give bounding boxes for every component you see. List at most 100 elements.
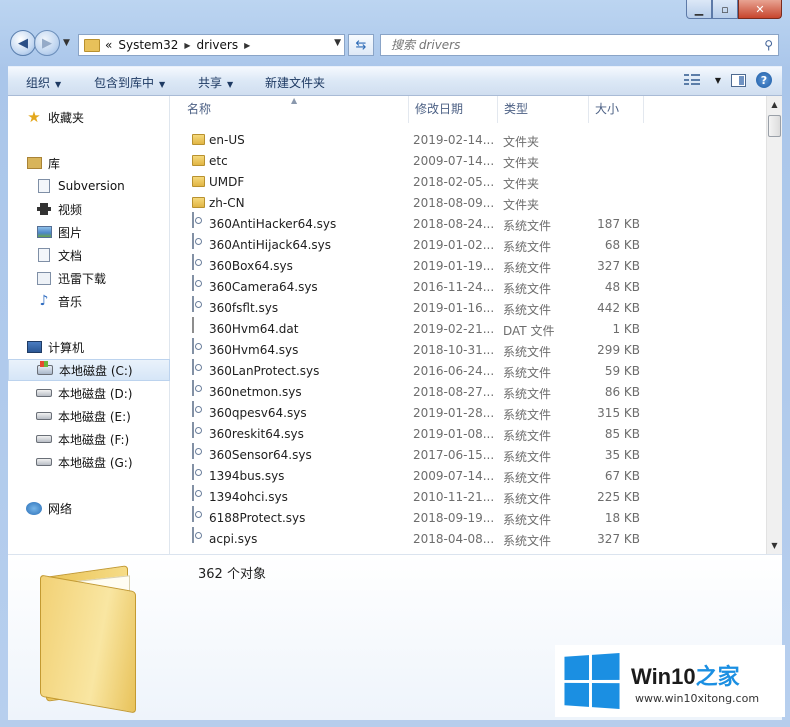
address-part-system32[interactable]: System32 [118,38,178,52]
nav-label: 本地磁盘 (E:) [58,409,131,424]
file-date: 2019-01-08... [413,427,495,441]
command-bar: 组织 ▼ 包含到库中 ▼ 共享 ▼ 新建文件夹 ▼ ? [8,66,782,96]
table-row[interactable]: 360Hvm64.dat 2019-02-21... DAT 文件 1 KB [170,317,766,340]
table-row[interactable]: 360AntiHijack64.sys 2019-01-02... 系统文件 68 K… [170,233,766,256]
system-drive-icon [37,361,53,377]
nav-computer[interactable]: 计算机 [8,336,170,358]
file-type: 系统文件 [503,219,552,233]
table-row[interactable]: 360Box64.sys 2019-01-19... 系统文件 327 KB [170,254,766,277]
file-size: 59 KB [604,364,640,378]
table-row[interactable]: 1394ohci.sys 2010-11-21... 系统文件 225 KB [170,485,766,508]
new-folder-button[interactable]: 新建文件夹 [265,74,325,91]
nav-label: 迅雷下载 [58,271,107,286]
file-size: 85 KB [604,427,640,441]
table-row[interactable]: 360Sensor64.sys 2017-06-15... 系统文件 35 KB [170,443,766,466]
column-name[interactable]: ▲ 名称 [170,96,409,123]
file-date: 2018-02-05... [413,175,495,189]
download-icon [36,271,52,285]
recent-pages-dropdown-icon[interactable]: ▼ [63,38,70,48]
share-button[interactable]: 共享 ▼ [198,74,233,91]
search-icon[interactable]: ⚲ [764,38,773,52]
help-icon[interactable]: ? [756,72,772,88]
scroll-thumb[interactable] [768,115,781,137]
nav-drive-c[interactable]: 本地磁盘 (C:) [8,359,170,381]
column-type[interactable]: 类型 [498,96,589,123]
nav-computer-label: 计算机 [48,340,85,355]
table-row[interactable]: acpi.sys 2018-04-08... 系统文件 327 KB [170,527,766,550]
include-label: 包含到库中 [94,76,155,90]
nav-drive-f[interactable]: 本地磁盘 (F:) [8,428,170,450]
chevron-right-icon[interactable]: ▶ [184,41,190,50]
minimize-button[interactable]: ▁ [686,0,712,19]
file-date: 2018-09-19... [413,511,495,525]
chevron-right-icon[interactable]: ▶ [244,41,250,50]
nav-drive-g[interactable]: 本地磁盘 (G:) [8,451,170,473]
table-row[interactable]: 360qpesv64.sys 2019-01-28... 系统文件 315 KB [170,401,766,424]
nav-label: 文档 [58,248,83,263]
chevron-down-icon[interactable]: ▼ [715,76,721,85]
nav-subversion[interactable]: Subversion [8,175,170,197]
picture-icon [36,225,52,239]
large-folder-icon [38,561,148,714]
nav-drive-d[interactable]: 本地磁盘 (D:) [8,382,170,404]
table-row[interactable]: 360reskit64.sys 2019-01-08... 系统文件 85 KB [170,422,766,445]
file-type: 文件夹 [503,177,540,191]
nav-favorites[interactable]: ★ 收藏夹 [8,106,170,128]
nav-drive-e[interactable]: 本地磁盘 (E:) [8,405,170,427]
file-icon [192,317,194,333]
file-size: 315 KB [597,406,640,420]
nav-pictures[interactable]: 图片 [8,221,170,243]
table-row[interactable]: 360Hvm64.sys 2018-10-31... 系统文件 299 KB [170,338,766,361]
file-date: 2016-06-24... [413,364,495,378]
vertical-scrollbar[interactable]: ▲ ▼ [766,96,782,554]
organize-button[interactable]: 组织 ▼ [26,74,61,91]
scroll-up-icon[interactable]: ▲ [767,96,782,113]
back-button[interactable]: ◀ [10,30,36,56]
nav-videos[interactable]: 视频 [8,198,170,220]
table-row[interactable]: UMDF 2018-02-05... 文件夹 [170,172,766,193]
file-date: 2019-01-28... [413,406,495,420]
file-type: 系统文件 [503,534,552,548]
address-part-drivers[interactable]: drivers [197,38,239,52]
folder-icon [192,176,205,187]
table-row[interactable]: 1394bus.sys 2009-07-14... 系统文件 67 KB [170,464,766,487]
nav-documents[interactable]: 文档 [8,244,170,266]
nav-label: 音乐 [58,294,83,309]
table-row[interactable]: en-US 2019-02-14... 文件夹 [170,130,766,151]
table-row[interactable]: 360Camera64.sys 2016-11-24... 系统文件 48 KB [170,275,766,298]
table-row[interactable]: 360LanProtect.sys 2016-06-24... 系统文件 59 KB [170,359,766,382]
chevron-down-icon: ▼ [55,80,62,89]
search-box[interactable]: ⚲ [380,34,779,56]
address-overflow[interactable]: « [105,38,112,52]
chevron-down-icon[interactable]: ▼ [334,38,341,48]
close-button[interactable]: ✕ [738,0,782,19]
nav-music[interactable]: ♪ 音乐 [8,290,170,312]
nav-thunder-downloads[interactable]: 迅雷下载 [8,267,170,289]
table-row[interactable]: 360AntiHacker64.sys 2018-08-24... 系统文件 187 … [170,212,766,235]
nav-libraries[interactable]: 库 [8,152,170,174]
file-date: 2018-08-27... [413,385,495,399]
file-size: 67 KB [604,469,640,483]
table-row[interactable]: 360netmon.sys 2018-08-27... 系统文件 86 KB [170,380,766,403]
file-size: 1 KB [612,322,640,336]
include-in-library-button[interactable]: 包含到库中 ▼ [94,74,165,91]
column-size[interactable]: 大小 [589,96,644,123]
table-row[interactable]: 6188Protect.sys 2018-09-19... 系统文件 18 KB [170,506,766,529]
star-icon: ★ [27,108,41,126]
nav-network[interactable]: 网络 [8,497,170,519]
search-input[interactable] [389,37,753,53]
toolbar-right: ▼ ? [683,72,772,88]
preview-pane-icon[interactable] [731,73,746,87]
maximize-button[interactable]: ▫ [712,0,738,19]
refresh-button[interactable]: ⇆ [348,34,374,56]
file-type: 系统文件 [503,366,552,380]
navigation-pane: ★ 收藏夹 库 Subversion 视频 图片 文档 迅雷下载 ♪ 音乐 计算… [8,96,170,554]
scroll-down-icon[interactable]: ▼ [767,537,782,554]
change-view-icon[interactable] [683,74,700,86]
column-date[interactable]: 修改日期 [409,96,498,123]
table-row[interactable]: zh-CN 2018-08-09... 文件夹 [170,193,766,214]
table-row[interactable]: etc 2009-07-14... 文件夹 [170,151,766,172]
table-row[interactable]: 360fsflt.sys 2019-01-16... 系统文件 442 KB [170,296,766,319]
forward-button[interactable]: ▶ [34,30,60,56]
address-bar[interactable]: « System32 ▶ drivers ▶ ▼ [78,34,345,56]
